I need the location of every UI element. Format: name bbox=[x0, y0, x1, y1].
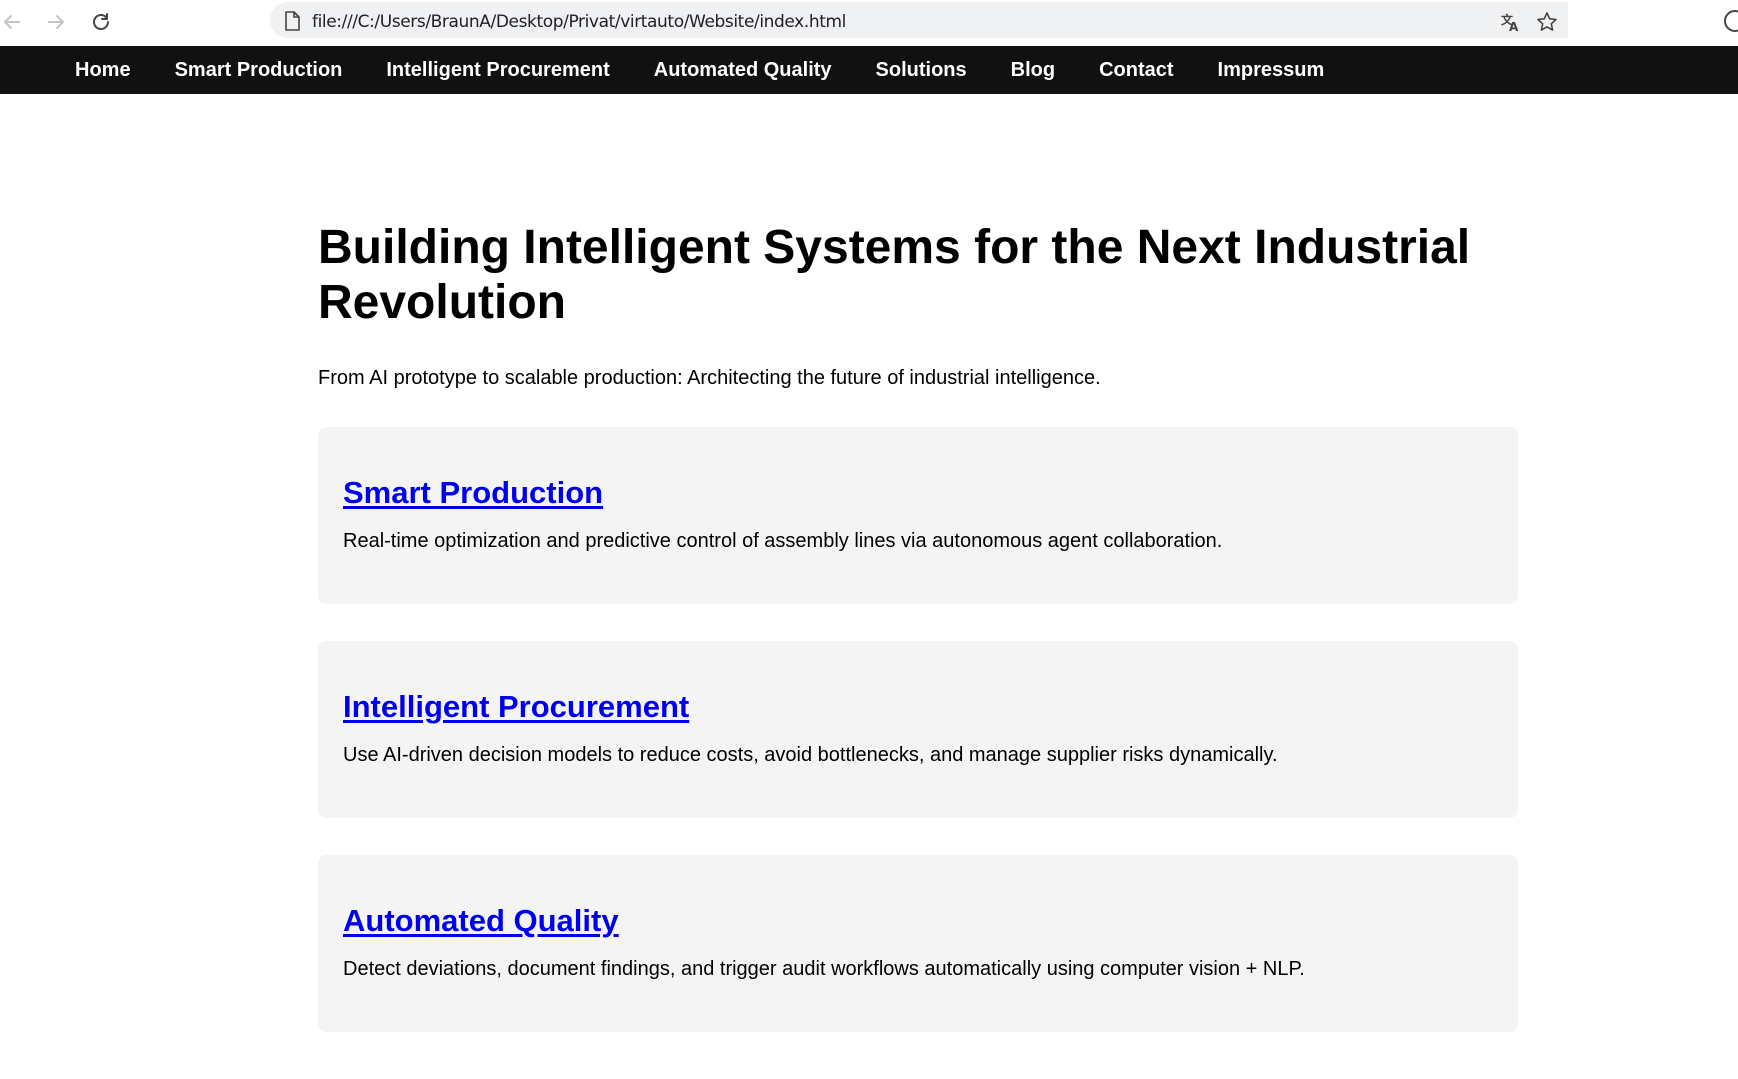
card-description: Real-time optimization and predictive co… bbox=[343, 530, 1223, 552]
nav-item-automated-quality: Automated Quality bbox=[654, 59, 832, 82]
card-automated-quality: Automated Quality Detect deviations, doc… bbox=[318, 855, 1518, 1032]
nav-item-blog: Blog bbox=[1011, 59, 1055, 82]
card-link-intelligent-procurement[interactable]: Intelligent Procurement bbox=[343, 689, 689, 724]
nav-item-smart-production: Smart Production bbox=[175, 59, 343, 82]
nav-item-intelligent-procurement: Intelligent Procurement bbox=[386, 59, 609, 82]
reload-icon[interactable] bbox=[85, 6, 117, 38]
card-link-smart-production[interactable]: Smart Production bbox=[343, 475, 603, 510]
card-intelligent-procurement: Intelligent Procurement Use AI-driven de… bbox=[318, 641, 1518, 818]
nav-link-intelligent-procurement[interactable]: Intelligent Procurement bbox=[386, 59, 609, 81]
site-navigation: Home Smart Production Intelligent Procur… bbox=[0, 46, 1738, 94]
nav-link-solutions[interactable]: Solutions bbox=[876, 59, 967, 81]
profile-icon[interactable] bbox=[1724, 10, 1738, 32]
card-link-automated-quality[interactable]: Automated Quality bbox=[343, 903, 619, 938]
back-icon[interactable] bbox=[0, 6, 28, 38]
nav-item-solutions: Solutions bbox=[876, 59, 967, 82]
address-bar[interactable]: file:///C:/Users/BraunA/Desktop/Privat/v… bbox=[270, 2, 1568, 38]
nav-link-impressum[interactable]: Impressum bbox=[1218, 59, 1325, 81]
main-content: Building Intelligent Systems for the Nex… bbox=[318, 220, 1518, 1032]
nav-list: Home Smart Production Intelligent Procur… bbox=[0, 46, 1738, 94]
card-description: Use AI-driven decision models to reduce … bbox=[343, 744, 1278, 766]
page-title: Building Intelligent Systems for the Nex… bbox=[318, 221, 1471, 329]
card-description: Detect deviations, document findings, an… bbox=[343, 958, 1305, 980]
translate-icon[interactable]: 文A bbox=[1498, 9, 1524, 35]
nav-item-impressum: Impressum bbox=[1218, 59, 1325, 82]
nav-link-home[interactable]: Home bbox=[75, 59, 131, 81]
nav-link-smart-production[interactable]: Smart Production bbox=[175, 59, 343, 81]
card-smart-production: Smart Production Real-time optimization … bbox=[318, 427, 1518, 604]
nav-link-blog[interactable]: Blog bbox=[1011, 59, 1055, 81]
card-title: Automated Quality bbox=[343, 903, 1493, 939]
card-title: Intelligent Procurement bbox=[343, 689, 1493, 725]
url-text[interactable]: file:///C:/Users/BraunA/Desktop/Privat/v… bbox=[312, 2, 846, 38]
nav-item-home: Home bbox=[75, 59, 131, 82]
nav-link-automated-quality[interactable]: Automated Quality bbox=[654, 59, 832, 81]
star-icon[interactable] bbox=[1534, 9, 1560, 35]
svg-text:A: A bbox=[1509, 20, 1519, 33]
forward-icon[interactable] bbox=[40, 6, 72, 38]
nav-link-contact[interactable]: Contact bbox=[1099, 59, 1173, 81]
page-icon bbox=[284, 11, 300, 36]
card-title: Smart Production bbox=[343, 475, 1493, 511]
nav-item-contact: Contact bbox=[1099, 59, 1173, 82]
browser-toolbar: file:///C:/Users/BraunA/Desktop/Privat/v… bbox=[0, 0, 1738, 46]
page-tagline: From AI prototype to scalable production… bbox=[318, 367, 1101, 389]
